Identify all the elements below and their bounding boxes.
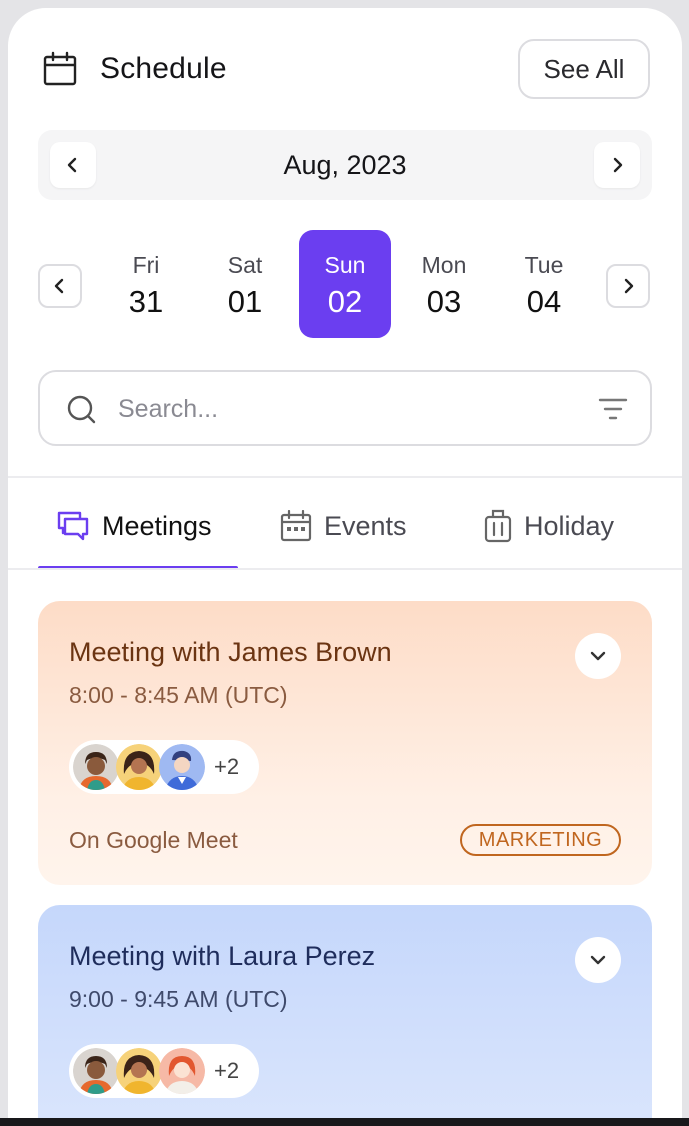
day-fri[interactable]: Fri 31: [100, 230, 192, 338]
day-number: 01: [227, 284, 263, 319]
day-sat[interactable]: Sat 01: [199, 230, 291, 338]
meeting-time: 8:00 - 8:45 AM (UTC): [69, 682, 288, 708]
tab-holiday[interactable]: Holiday: [484, 506, 614, 546]
day-name: Tue: [524, 252, 564, 278]
month-label: Aug, 2023: [283, 150, 407, 180]
day-number: 02: [327, 284, 363, 319]
tabs-divider: [8, 568, 682, 570]
more-attendees-count: +2: [214, 1058, 240, 1083]
day-number: 31: [128, 284, 164, 319]
tab-label: Meetings: [102, 510, 212, 541]
tab-label: Events: [324, 510, 407, 541]
meeting-title: Meeting with Laura Perez: [69, 941, 376, 971]
see-all-button[interactable]: See All: [518, 39, 650, 99]
search-input[interactable]: [116, 386, 560, 432]
next-month-button[interactable]: [594, 142, 640, 188]
meeting-title: Meeting with James Brown: [69, 637, 392, 667]
calendar-icon: [280, 510, 312, 542]
attendee-avatars[interactable]: +2: [69, 740, 259, 794]
section-divider: [8, 476, 682, 478]
tab-meetings[interactable]: Meetings: [56, 506, 212, 546]
day-sun-selected[interactable]: Sun 02: [299, 230, 391, 338]
day-name: Mon: [421, 252, 467, 278]
chat-bubbles-icon: [57, 511, 89, 541]
day-name: Sun: [324, 252, 366, 278]
day-number: 04: [526, 284, 562, 319]
avatar: [159, 1048, 205, 1094]
avatar: [116, 744, 162, 790]
avatar: [116, 1048, 162, 1094]
tab-events[interactable]: Events: [280, 506, 407, 546]
category-tag: MARKETING: [460, 824, 621, 856]
expand-button[interactable]: [575, 633, 621, 679]
avatar: [73, 1048, 119, 1094]
avatar: [159, 744, 205, 790]
search-icon: [67, 395, 96, 424]
attendee-avatars[interactable]: +2: [69, 1044, 259, 1098]
expand-button[interactable]: [575, 937, 621, 983]
chevron-right-icon: [613, 157, 623, 173]
avatar: [73, 744, 119, 790]
day-number: 03: [426, 284, 462, 319]
page-title: Schedule: [100, 52, 227, 85]
chevron-right-icon: [624, 278, 634, 294]
bottom-bar: [0, 1118, 689, 1126]
day-tue[interactable]: Tue 04: [498, 230, 590, 338]
next-days-button[interactable]: [606, 264, 650, 308]
more-attendees-count: +2: [214, 754, 240, 779]
day-name: Fri: [132, 252, 160, 278]
prev-days-button[interactable]: [38, 264, 82, 308]
chevron-down-icon: [590, 651, 606, 661]
luggage-icon: [484, 509, 512, 543]
meeting-platform: On Google Meet: [69, 827, 238, 853]
search-bar: [38, 370, 652, 446]
filter-icon[interactable]: [598, 396, 628, 422]
day-name: Sat: [227, 252, 263, 278]
schedule-header: Schedule See All: [8, 8, 682, 128]
calendar-icon: [43, 51, 77, 86]
tab-label: Holiday: [524, 510, 615, 541]
schedule-card: Schedule See All Aug, 2023 Fri 31 Sat 01…: [8, 8, 682, 1126]
day-mon[interactable]: Mon 03: [398, 230, 490, 338]
meeting-card[interactable]: Meeting with Laura Perez 9:00 - 9:45 AM …: [38, 905, 652, 1126]
meeting-time: 9:00 - 9:45 AM (UTC): [69, 986, 288, 1012]
chevron-down-icon: [590, 955, 606, 965]
month-selector: Aug, 2023: [38, 130, 652, 200]
meeting-card[interactable]: Meeting with James Brown 8:00 - 8:45 AM …: [38, 601, 652, 885]
chevron-left-icon: [54, 278, 64, 294]
